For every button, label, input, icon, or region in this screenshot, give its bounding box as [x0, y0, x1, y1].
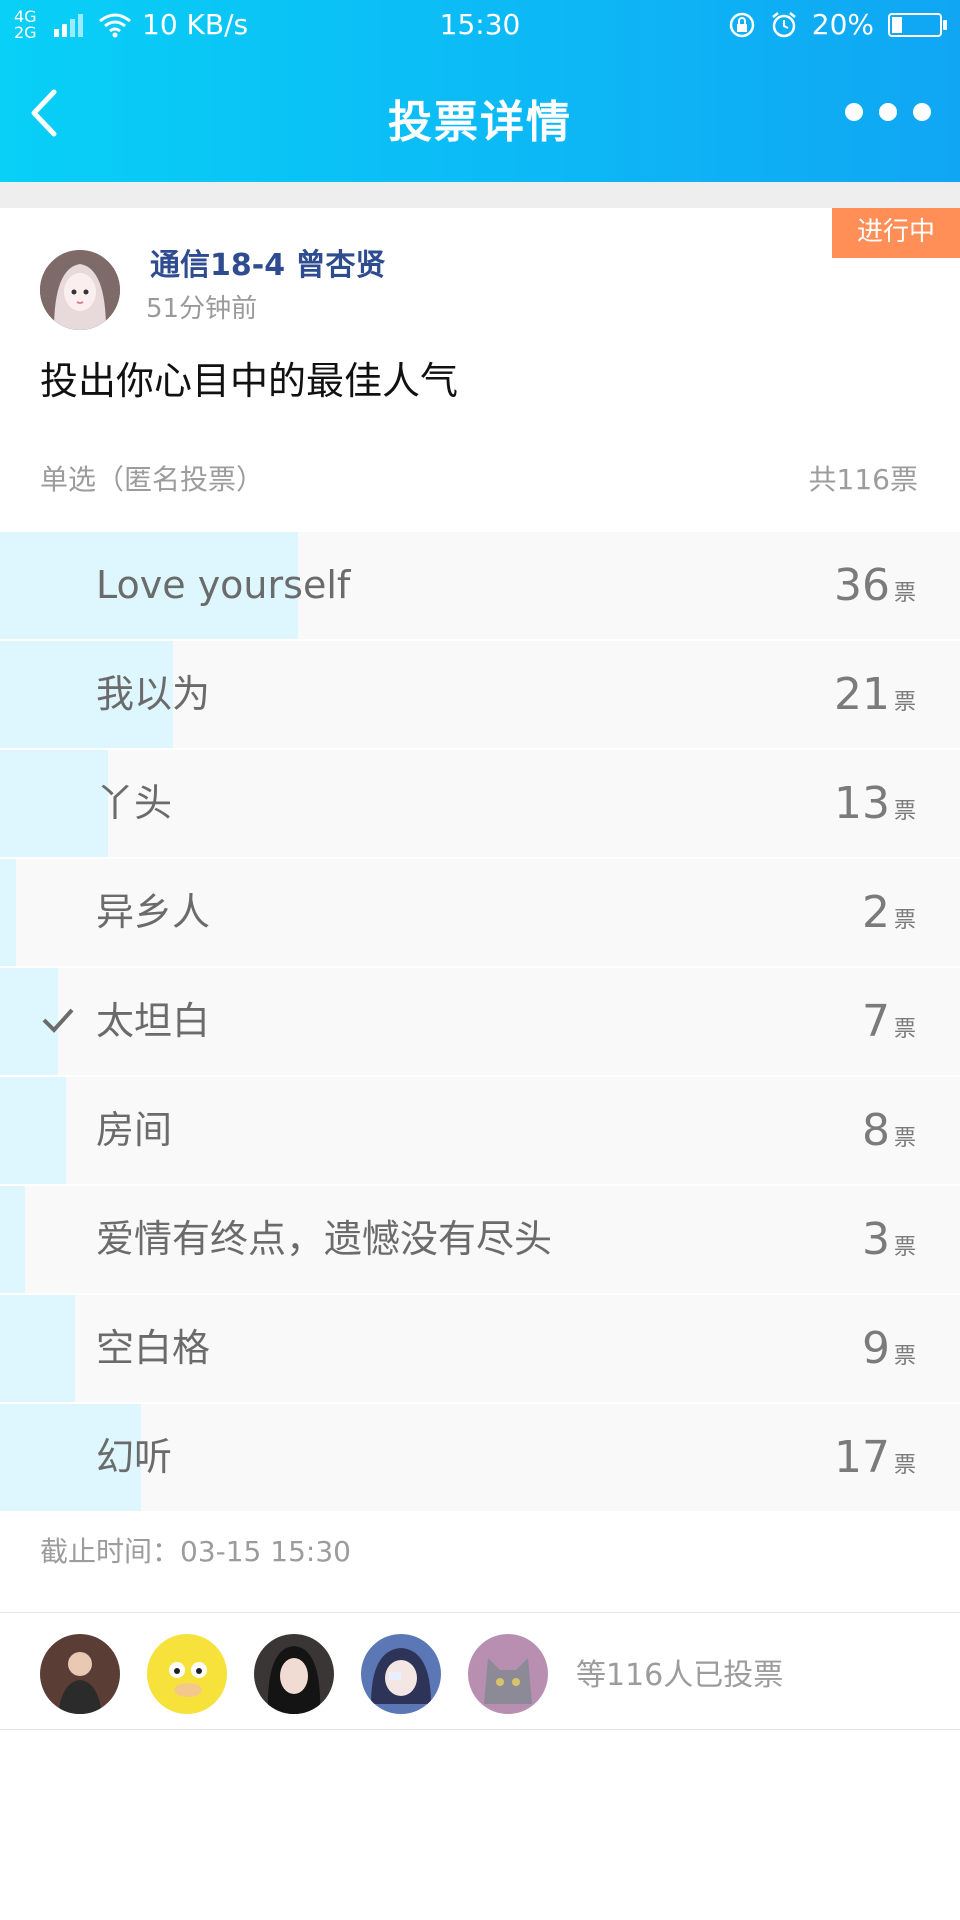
- vote-unit: 票: [893, 799, 916, 824]
- poll-option[interactable]: 异乡人 2 票: [0, 859, 960, 966]
- vote-unit: 票: [893, 1344, 916, 1369]
- vote-number: 21: [833, 669, 890, 720]
- page-title: 投票详情: [388, 97, 572, 148]
- poll-option[interactable]: 太坦白 7 票: [0, 968, 960, 1075]
- vote-share-bar: [0, 859, 17, 966]
- vote-number: 3: [861, 1214, 890, 1265]
- poll-option[interactable]: 房间 8 票: [0, 1077, 960, 1184]
- voter-avatar-image: [254, 1634, 334, 1714]
- poll-deadline: 截止时间：03-15 15:30: [40, 1535, 351, 1568]
- avatar-illustration: [40, 250, 120, 330]
- voter-avatar[interactable]: [468, 1634, 548, 1714]
- option-label: 我以为: [96, 672, 211, 716]
- vote-share-bar: [0, 1295, 75, 1402]
- vote-number: 9: [861, 1323, 890, 1374]
- alarm-icon: [771, 11, 796, 37]
- vote-number: 8: [861, 1105, 890, 1156]
- option-label: 丫头: [96, 781, 173, 825]
- poll-option[interactable]: 爱情有终点，遗憾没有尽头 3 票: [0, 1186, 960, 1293]
- poll-options: Love yourself 36 票我以为 21 票丫头 13 票异乡人 2 票太坦白 7 票房间 8…: [0, 532, 960, 1513]
- option-label: 幻听: [96, 1435, 173, 1479]
- poll-status-badge: 进行中: [828, 208, 960, 258]
- vote-share-bar: [0, 1077, 67, 1184]
- vote-unit: 票: [893, 908, 916, 933]
- option-vote-count: 7票: [862, 968, 916, 1075]
- voter-avatar[interactable]: [254, 1634, 334, 1714]
- vote-unit: 票: [893, 1453, 916, 1478]
- voter-avatar[interactable]: [147, 1634, 227, 1714]
- voter-avatar-image: [361, 1634, 441, 1714]
- status-right: 20%: [728, 8, 947, 41]
- title-bar: 投票详情: [0, 62, 960, 162]
- status-bar: 4G 2G 10 KB/s 15:30 20%: [0, 0, 960, 48]
- option-label: 异乡人: [96, 890, 211, 934]
- vote-unit: 票: [893, 1235, 916, 1260]
- author-name[interactable]: 通信18-4 曾杏贤: [150, 240, 386, 284]
- voters-row[interactable]: 等116人已投票: [0, 1614, 960, 1728]
- option-vote-count: 3票: [862, 1186, 916, 1293]
- poll-option[interactable]: 我以为 21 票: [0, 641, 960, 748]
- voter-avatar[interactable]: [361, 1634, 441, 1714]
- vote-number: 36: [833, 560, 890, 611]
- poll-mode: 单选（匿名投票）: [40, 463, 265, 496]
- option-vote-count: 17 票: [834, 1404, 916, 1511]
- vote-share-bar: [0, 1186, 25, 1293]
- voter-avatar[interactable]: [40, 1634, 120, 1714]
- option-label: 空白格: [96, 1326, 211, 1370]
- voter-avatar-image: [468, 1634, 548, 1714]
- battery-icon: [888, 12, 947, 37]
- poll-total: 共116票: [808, 463, 918, 496]
- option-label: Love yourself: [96, 563, 351, 607]
- option-vote-count: 9票: [862, 1295, 916, 1402]
- top-bar: 4G 2G 10 KB/s 15:30 20% 投票详情: [0, 0, 960, 182]
- option-label: 太坦白: [96, 999, 211, 1043]
- more-options-icon[interactable]: [842, 98, 934, 126]
- poll-option[interactable]: 幻听 17 票: [0, 1404, 960, 1511]
- option-vote-count: 21 票: [834, 641, 916, 748]
- vote-share-bar: [0, 750, 108, 857]
- vote-number: 2: [861, 887, 890, 938]
- option-label: 房间: [96, 1108, 173, 1152]
- vote-number: 7: [861, 996, 890, 1047]
- poll-option[interactable]: 丫头 13 票: [0, 750, 960, 857]
- option-vote-count: 13 票: [834, 750, 916, 857]
- option-vote-count: 8票: [862, 1077, 916, 1184]
- divider: [0, 1612, 960, 1613]
- poll-option[interactable]: 空白格 9 票: [0, 1295, 960, 1402]
- option-label: 爱情有终点，遗憾没有尽头: [96, 1217, 553, 1261]
- voter-avatar-image: [147, 1634, 227, 1714]
- option-vote-count: 2票: [862, 859, 916, 966]
- vote-unit: 票: [893, 1126, 916, 1151]
- rotation-lock-icon: [729, 12, 755, 37]
- section-divider: [0, 182, 960, 208]
- poll-question: 投出你心目中的最佳人气: [40, 359, 459, 403]
- voters-count: 等116人已投票: [576, 1658, 784, 1693]
- voter-avatar-image: [40, 1634, 120, 1714]
- vote-unit: 票: [893, 581, 916, 606]
- vote-unit: 票: [893, 1017, 916, 1042]
- option-vote-count: 36 票: [834, 532, 916, 639]
- vote-unit: 票: [893, 690, 916, 715]
- poll-option[interactable]: Love yourself 36 票: [0, 532, 960, 639]
- divider: [0, 1729, 960, 1730]
- vote-number: 17: [833, 1432, 890, 1483]
- vote-number: 13: [833, 778, 890, 829]
- author-avatar[interactable]: [40, 250, 120, 330]
- checkmark-icon: [42, 1008, 74, 1033]
- post-time: 51分钟前: [146, 294, 258, 324]
- battery-percent: 20%: [811, 8, 874, 41]
